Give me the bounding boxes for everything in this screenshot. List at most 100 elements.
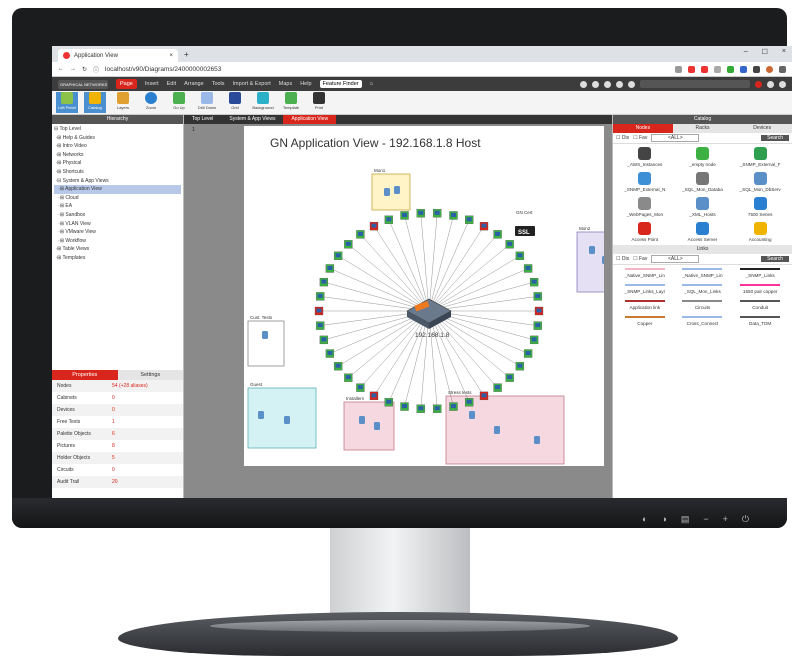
catalog-search-button[interactable]: Search: [761, 135, 789, 141]
catalog-link-item[interactable]: 1550 pair copper: [731, 284, 789, 294]
database-icon[interactable]: [494, 426, 500, 434]
database-icon[interactable]: [284, 416, 290, 424]
database-icon[interactable]: [534, 436, 540, 444]
menu-icon[interactable]: [779, 65, 786, 73]
tree-item[interactable]: ·⊞ Intro Video: [54, 142, 181, 151]
tree-item[interactable]: ·⊞ VLAN View: [54, 220, 181, 229]
connection-link[interactable]: [388, 219, 430, 312]
browser-tab[interactable]: Application View ×: [58, 49, 178, 62]
gear-icon[interactable]: [628, 80, 635, 88]
minimize-button[interactable]: –: [744, 48, 748, 56]
menu-maps[interactable]: Maps: [279, 81, 292, 87]
extension-icon[interactable]: [753, 65, 760, 73]
extension-icon[interactable]: [688, 65, 695, 73]
tree-item[interactable]: ·⊞ Networks: [54, 151, 181, 160]
connection-link[interactable]: [428, 268, 529, 312]
window-close-button[interactable]: ×: [782, 48, 786, 56]
links-dis-checkbox[interactable]: ☐ Dis: [616, 256, 629, 262]
star-icon[interactable]: [675, 65, 682, 73]
tree-item[interactable]: ·⊞ Sandbox: [54, 211, 181, 220]
catalog-link-item[interactable]: _SQL_Mon_Links: [674, 284, 732, 294]
tab-devices[interactable]: Devices: [732, 124, 792, 133]
tree-item[interactable]: ·⊞ Table Views: [54, 245, 181, 254]
database-icon[interactable]: [258, 411, 264, 419]
connection-link[interactable]: [428, 255, 520, 312]
catalog-node-item[interactable]: _SQL_Mon_Databa: [674, 172, 732, 192]
menu-import-export[interactable]: Import & Export: [233, 81, 271, 87]
left-panel-button[interactable]: Left Panel: [56, 92, 78, 113]
catalog-link-item[interactable]: Conduit: [731, 300, 789, 310]
tab-nodes[interactable]: Nodes: [613, 124, 673, 133]
catalog-link-item[interactable]: _Native_SNMP_Lin: [616, 268, 674, 278]
monitor-control-button[interactable]: ⏻: [742, 514, 749, 525]
catalog-link-item[interactable]: _SNMP_Links_Layr: [616, 284, 674, 294]
tab-racks[interactable]: Racks: [672, 124, 733, 133]
catalog-node-item[interactable]: Access Point: [616, 222, 674, 242]
extension-icon[interactable]: [740, 65, 747, 73]
notification-icon[interactable]: [755, 80, 762, 88]
catalog-node-item[interactable]: _AWS_Instances: [616, 147, 674, 167]
back-icon[interactable]: ←: [58, 66, 64, 72]
catalog-link-item[interactable]: _SNMP_Links: [731, 268, 789, 278]
group-box[interactable]: [247, 320, 285, 367]
catalog-node-item[interactable]: Access Server: [674, 222, 732, 242]
feature-finder-button[interactable]: Feature Finder: [319, 80, 362, 88]
tree-item-selected[interactable]: ·⊞ Application View: [54, 185, 181, 194]
connection-link[interactable]: [338, 255, 430, 312]
tools-icon[interactable]: [616, 80, 623, 88]
monitor-control-button[interactable]: ▤: [681, 514, 690, 525]
extension-icon[interactable]: [701, 65, 708, 73]
tab-properties[interactable]: Properties: [52, 370, 118, 380]
settings-icon[interactable]: [592, 80, 599, 88]
connection-link[interactable]: [428, 219, 470, 312]
drill-down-button[interactable]: Drill Down: [196, 92, 218, 113]
catalog-node-item[interactable]: _empty node: [674, 147, 732, 167]
breadcrumb-system-app-views[interactable]: System & App Views: [221, 115, 283, 124]
connection-link[interactable]: [428, 213, 438, 312]
breadcrumb-application-view[interactable]: Application View: [283, 115, 337, 124]
menu-arrange[interactable]: Arrange: [184, 81, 204, 87]
canvas-scroll-area[interactable]: 1 GN Application View - 192.168.1.8 Host…: [184, 124, 612, 504]
fav-checkbox[interactable]: ☐ Fav: [633, 135, 647, 141]
catalog-node-item[interactable]: Accounting: [731, 222, 789, 242]
print-button[interactable]: Print: [308, 92, 330, 113]
monitor-control-button[interactable]: ◐: [642, 514, 647, 525]
grid-icon[interactable]: [604, 80, 611, 88]
tree-item[interactable]: ·⊞ EA: [54, 202, 181, 211]
tree-item[interactable]: ·⊞ Workflow: [54, 237, 181, 246]
tab-settings[interactable]: Settings: [117, 370, 183, 380]
menu-insert[interactable]: Insert: [145, 81, 159, 87]
connection-link[interactable]: [428, 244, 510, 312]
catalog-link-item[interactable]: Data_TDM: [731, 316, 789, 326]
info-icon[interactable]: ⓘ: [93, 65, 99, 74]
tree-item[interactable]: ·⊞ Help & Guides: [54, 134, 181, 143]
database-icon[interactable]: [384, 188, 390, 196]
monitor-control-button[interactable]: ◑: [661, 514, 666, 525]
tab-close-icon[interactable]: ×: [169, 53, 173, 59]
user-icon[interactable]: [767, 80, 774, 88]
background-button[interactable]: Background: [252, 92, 274, 113]
extension-icon[interactable]: [727, 65, 734, 73]
database-icon[interactable]: [602, 256, 604, 264]
grid-button[interactable]: Grid: [224, 92, 246, 113]
catalog-node-item[interactable]: _SNMP_External_N: [616, 172, 674, 192]
zoom-button[interactable]: Zoom: [140, 92, 162, 113]
forward-icon[interactable]: →: [70, 66, 76, 72]
tree-item[interactable]: ·⊞ Templates: [54, 254, 181, 263]
profile-avatar[interactable]: [766, 65, 773, 73]
globe-icon[interactable]: [580, 80, 587, 88]
dis-checkbox[interactable]: ☐ Dis: [616, 135, 629, 141]
database-icon[interactable]: [589, 246, 595, 254]
connection-link[interactable]: [329, 268, 430, 312]
reload-icon[interactable]: ↻: [82, 66, 87, 73]
catalog-link-item[interactable]: _Native_SNMP_Lin: [674, 268, 732, 278]
monitor-control-button[interactable]: +: [723, 514, 728, 525]
menu-tools[interactable]: Tools: [212, 81, 225, 87]
group-box[interactable]: [343, 401, 395, 451]
go-up-button[interactable]: Go Up: [168, 92, 190, 113]
links-fav-checkbox[interactable]: ☐ Fav: [633, 256, 647, 262]
catalog-link-item[interactable]: Circuits: [674, 300, 732, 310]
breadcrumb-top-level[interactable]: Top Level: [184, 115, 221, 124]
links-search-button[interactable]: Search: [761, 256, 789, 262]
menu-page[interactable]: Page: [116, 79, 137, 89]
